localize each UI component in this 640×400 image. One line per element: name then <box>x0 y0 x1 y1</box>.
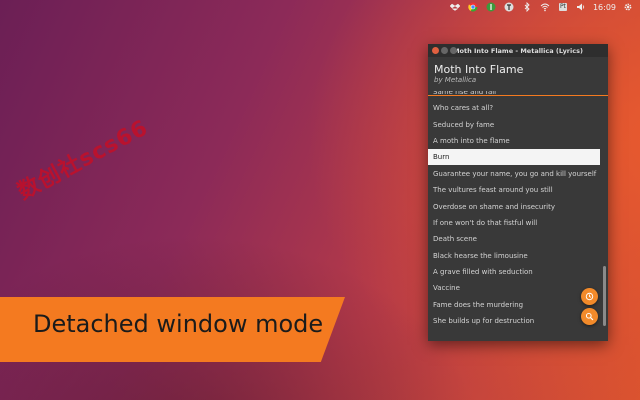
lyric-line[interactable]: Vaccine <box>428 280 600 296</box>
minimize-button[interactable] <box>441 47 448 54</box>
lyrics-scrollbar[interactable] <box>603 266 606 326</box>
lyrics-list[interactable]: Same rise and fall Who cares at all? Sed… <box>428 91 608 341</box>
search-button[interactable] <box>581 308 598 325</box>
top-panel: Pt 16:09 <box>0 0 640 14</box>
lyric-line[interactable]: Same rise and fall <box>428 91 600 100</box>
history-button[interactable] <box>581 288 598 305</box>
clock[interactable]: 16:09 <box>593 3 616 12</box>
lyric-line[interactable]: A moth into the flame <box>428 133 600 149</box>
lyric-line[interactable]: She builds up for destruction <box>428 313 600 329</box>
lyric-line[interactable]: Overdose on shame and insecurity <box>428 199 600 215</box>
keyboard-layout-badge: Pt <box>558 3 567 11</box>
bluetooth-icon[interactable] <box>521 1 533 13</box>
close-button[interactable] <box>432 47 439 54</box>
sync-icon[interactable] <box>485 1 497 13</box>
lyric-line[interactable]: Guarantee your name, you go and kill you… <box>428 166 600 182</box>
lyric-line[interactable]: Black hearse the limousine <box>428 248 600 264</box>
song-title: Moth Into Flame <box>434 63 524 76</box>
song-artist: by Metallica <box>434 76 477 84</box>
lyric-line[interactable]: A grave filled with seduction <box>428 264 600 280</box>
feature-banner-text: Detached window mode <box>33 310 324 338</box>
lyric-line[interactable]: Seduced by fame <box>428 117 600 133</box>
keyboard-layout-icon[interactable]: Pt <box>557 1 569 13</box>
dropbox-icon[interactable] <box>449 1 461 13</box>
window-titlebar[interactable]: Moth Into Flame - Metallica (Lyrics) <box>428 44 608 57</box>
wifi-icon[interactable] <box>539 1 551 13</box>
lyric-line[interactable]: Who cares at all? <box>428 100 600 116</box>
lyric-line[interactable]: The vultures feast around you still <box>428 182 600 198</box>
volume-icon[interactable] <box>575 1 587 13</box>
app-indicator-icon[interactable] <box>503 1 515 13</box>
maximize-button[interactable] <box>450 47 457 54</box>
search-icon <box>585 312 594 321</box>
lyrics-window: Moth Into Flame - Metallica (Lyrics) Mot… <box>428 44 608 341</box>
history-icon <box>585 292 594 301</box>
watermark: 数创社scs66 <box>13 115 153 206</box>
lyric-line[interactable]: Fame does the murdering <box>428 297 600 313</box>
gear-icon[interactable] <box>622 1 634 13</box>
lyric-line[interactable]: Death scene <box>428 231 600 247</box>
chrome-icon[interactable] <box>467 1 479 13</box>
lyric-line[interactable]: If one won't do that fistful will <box>428 215 600 231</box>
lyric-line-active[interactable]: Burn <box>428 149 600 165</box>
